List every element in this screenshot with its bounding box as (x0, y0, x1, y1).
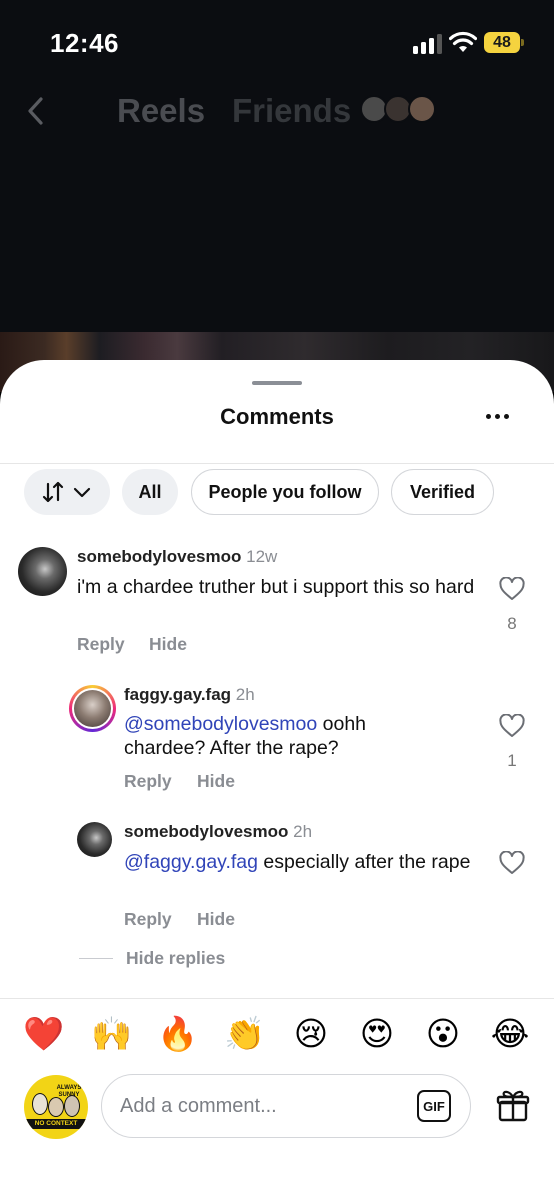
emoji-fire[interactable]: 🔥 (157, 1014, 198, 1054)
gift-icon[interactable] (496, 1087, 530, 1123)
sheet-grabber[interactable] (252, 381, 302, 385)
comment-username[interactable]: somebodylovesmoo 12w (77, 547, 277, 567)
chevron-left-icon[interactable] (24, 93, 48, 129)
emoji-clapping[interactable]: 👏 (224, 1014, 265, 1054)
heart-icon[interactable] (499, 851, 525, 875)
filter-people-you-follow[interactable]: People you follow (191, 469, 379, 515)
username-text[interactable]: faggy.gay.fag (124, 685, 231, 704)
avatar[interactable] (18, 547, 67, 596)
avatar[interactable]: ALWAYS SUNNY NO CONTEXT (24, 1075, 88, 1139)
divider (79, 958, 113, 959)
battery-icon: 48 (484, 32, 524, 54)
divider (0, 463, 554, 464)
tab-reels[interactable]: Reels (117, 92, 205, 130)
emoji-surprised[interactable]: 😮 (423, 1014, 463, 1054)
hide-button[interactable]: Hide (149, 634, 187, 655)
friends-avatars (360, 95, 440, 127)
hide-button[interactable]: Hide (197, 909, 235, 930)
status-time: 12:46 (50, 28, 119, 58)
comment-text: i'm a chardee truther but i support this… (77, 576, 475, 598)
emoji-raised-hands[interactable]: 🙌 (91, 1014, 132, 1054)
emoji-red-heart[interactable]: ❤️ (23, 1014, 64, 1054)
reply-button[interactable]: Reply (124, 771, 172, 792)
comment-username[interactable]: somebodylovesmoo 2h (124, 822, 312, 842)
comment-time: 2h (235, 685, 255, 704)
reply-button[interactable]: Reply (77, 634, 125, 655)
comment-text: @faggy.gay.fag especially after the rape (124, 850, 474, 874)
filter-verified[interactable]: Verified (391, 469, 494, 515)
heart-icon[interactable] (499, 714, 525, 738)
hide-button[interactable]: Hide (197, 771, 235, 792)
username-text[interactable]: somebodylovesmoo (124, 822, 288, 841)
battery-level: 48 (493, 34, 511, 51)
username-text[interactable]: somebodylovesmoo (77, 547, 241, 566)
comment-time: 2h (293, 822, 313, 841)
emoji-crying[interactable]: 😢 (291, 1014, 331, 1054)
tab-friends[interactable]: Friends (232, 92, 351, 130)
comment-username[interactable]: faggy.gay.fag 2h (124, 685, 255, 705)
comment-text: @somebodylovesmoo oohh chardee? After th… (124, 712, 404, 760)
reply-button[interactable]: Reply (124, 909, 172, 930)
filter-all[interactable]: All (122, 469, 178, 515)
like-count: 1 (507, 751, 517, 770)
like-count: 8 (507, 614, 517, 633)
avatar[interactable] (69, 685, 116, 732)
avatar[interactable] (77, 822, 112, 857)
sort-arrows-icon (42, 481, 64, 503)
chevron-down-icon (73, 487, 91, 498)
sort-button[interactable] (24, 469, 110, 515)
mention-link[interactable]: @somebodylovesmoo (124, 713, 317, 735)
comment-input-placeholder[interactable]: Add a comment... (120, 1095, 277, 1118)
wifi-icon (449, 31, 477, 52)
emoji-heart-eyes[interactable]: 😍 (357, 1014, 397, 1054)
mention-link[interactable]: @faggy.gay.fag (124, 851, 258, 873)
comment-body: especially after the rape (258, 851, 471, 873)
avatar-caption-bottom: NO CONTEXT (24, 1119, 88, 1129)
gif-button[interactable]: GIF (417, 1090, 451, 1122)
emoji-laughing[interactable]: 😂 (490, 1014, 530, 1054)
more-horizontal-icon[interactable] (484, 414, 512, 422)
signal-icon (413, 34, 443, 54)
comment-time: 12w (246, 547, 278, 566)
status-bar: 12:46 48 (0, 0, 554, 90)
sheet-title: Comments (220, 404, 334, 429)
divider (0, 998, 554, 999)
heart-icon[interactable] (499, 577, 525, 601)
avatar (408, 95, 436, 123)
hide-replies-button[interactable]: Hide replies (126, 948, 225, 969)
